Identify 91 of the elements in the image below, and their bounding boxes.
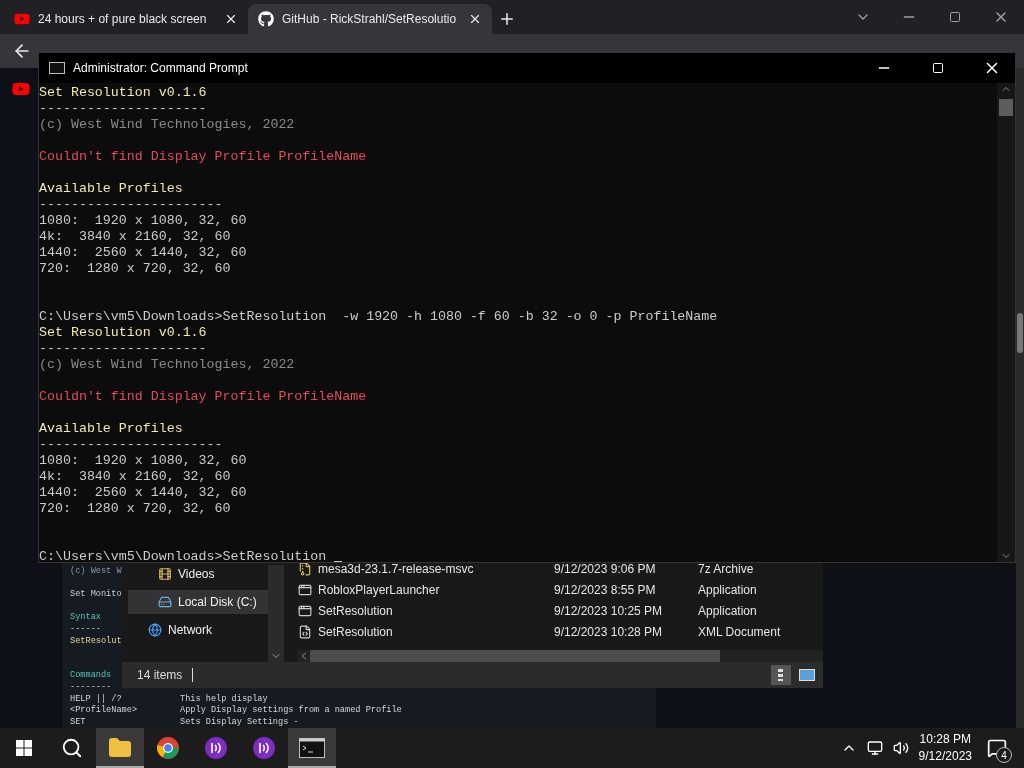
- network-icon[interactable]: [866, 740, 883, 756]
- console-line: (c) West Wind Technologies, 2022: [39, 117, 295, 133]
- browser-icon[interactable]: [156, 736, 180, 760]
- video-icon[interactable]: [12, 80, 30, 98]
- folder-icon[interactable]: [108, 736, 132, 760]
- plus-icon[interactable]: [498, 10, 516, 28]
- file-type: 7z Archive: [698, 561, 755, 576]
- drive-icon: [158, 595, 172, 609]
- file-name[interactable]: RobloxPlayerLauncher: [318, 582, 440, 597]
- nav-scrollbar[interactable]: [268, 565, 284, 662]
- scroll-thumb[interactable]: [310, 650, 720, 662]
- restore-icon[interactable]: [949, 11, 961, 23]
- console-line: C:\Users\vm5\Downloads>SetResolution -w 1920 -h 1080 -f 60 -b 32 -o 0 -p ProfileName: [39, 309, 718, 325]
- console-line: ---------------------: [39, 341, 207, 357]
- browser-tab[interactable]: GitHub - RickStrahl/SetResolutio: [248, 4, 492, 34]
- search-icon[interactable]: [61, 737, 83, 759]
- network-icon: [148, 623, 162, 637]
- console-line: 1080: 1920 x 1080, 32, 60: [39, 213, 247, 229]
- nav-item[interactable]: Videos: [128, 562, 268, 586]
- command-name: HELP || /?: [70, 693, 123, 705]
- code-line: --------: [70, 681, 112, 692]
- console-line: -----------------------: [39, 437, 223, 453]
- file-name[interactable]: SetResolution: [318, 624, 393, 639]
- console-line: -----------------------: [39, 197, 223, 213]
- console-line: 720: 1280 x 720, 32, 60: [39, 501, 231, 517]
- application-icon: [298, 582, 312, 597]
- console-line: 1440: 2560 x 1440, 32, 60: [39, 245, 247, 261]
- window-title: Administrator: Command Prompt: [73, 61, 249, 75]
- code-line: Commands: [70, 670, 112, 681]
- file-date: 9/12/2023 8:55 PM: [554, 582, 657, 597]
- command-name: <ProfileName>: [70, 705, 139, 717]
- close-icon[interactable]: [224, 12, 238, 26]
- console-line: 4k: 3840 x 2160, 32, 60: [39, 469, 231, 485]
- code-line: ------: [70, 623, 101, 634]
- document-icon: [298, 624, 312, 639]
- scroll-thumb[interactable]: [1017, 313, 1023, 353]
- nav-item[interactable]: Network: [128, 618, 268, 642]
- archive-icon: [298, 561, 312, 576]
- file-date: 9/12/2023 10:25 PM: [554, 603, 664, 618]
- console-line: Set Resolution v0.1.6: [39, 85, 207, 101]
- console-line: (c) West Wind Technologies, 2022: [39, 357, 295, 373]
- browser-tab[interactable]: 24 hours + of pure black screen: [4, 4, 248, 34]
- scroll-thumb[interactable]: [999, 99, 1013, 116]
- nav-item[interactable]: Local Disk (C:): [128, 590, 268, 614]
- console-line: 1080: 1920 x 1080, 32, 60: [39, 453, 247, 469]
- file-date: 9/12/2023 9:06 PM: [554, 561, 657, 576]
- film-icon: [158, 567, 172, 581]
- broadcast-app-icon[interactable]: [252, 736, 276, 760]
- console-line: 1440: 2560 x 1440, 32, 60: [39, 485, 247, 501]
- broadcast-app-icon[interactable]: [204, 736, 228, 760]
- console-line: Couldn't find Display Profile ProfileName: [39, 149, 367, 165]
- code-line: (c) West W: [70, 566, 122, 576]
- code-line: Syntax: [70, 612, 101, 623]
- file-type: Application: [698, 582, 758, 597]
- video-icon: [14, 11, 30, 27]
- item-count: 14 items: [137, 668, 183, 682]
- file-name[interactable]: SetResolution: [318, 603, 393, 618]
- file-date: 9/12/2023 10:28 PM: [554, 624, 664, 639]
- command-description: Apply Display settings from a named Profile: [180, 705, 402, 717]
- command-description: This help display: [180, 693, 268, 705]
- file-name[interactable]: mesa3d-23.1.7-release-msvc: [318, 561, 474, 576]
- taskbar-app[interactable]: [96, 728, 144, 768]
- file-type: XML Document: [698, 624, 782, 639]
- console-line: C:\Users\vm5\Downloads>SetResolution: [39, 549, 328, 562]
- close-icon[interactable]: [468, 12, 482, 26]
- file-type: Application: [698, 603, 758, 618]
- console-line: Couldn't find Display Profile ProfileName: [39, 389, 367, 405]
- notification-count: 4: [996, 747, 1012, 763]
- terminal-icon: [49, 62, 65, 74]
- console-line: Set Resolution v0.1.6: [39, 325, 207, 341]
- horizontal-scrollbar[interactable]: [298, 650, 823, 662]
- code-line: SetResolut: [70, 635, 122, 646]
- console-line: ---------------------: [39, 101, 207, 117]
- clock[interactable]: 10:28 PM 9/12/2023: [918, 731, 972, 765]
- command-description: Sets Display Settings -: [180, 716, 299, 729]
- console-line: Available Profiles: [39, 181, 183, 197]
- taskbar-app[interactable]: [288, 728, 336, 768]
- details-view-button[interactable]: [771, 665, 791, 685]
- page-scrollbar[interactable]: [1016, 68, 1024, 728]
- list-icon[interactable]: [777, 668, 785, 682]
- console-line: Available Profiles: [39, 421, 183, 437]
- volume-icon[interactable]: [892, 740, 909, 756]
- console-line: 720: 1280 x 720, 32, 60: [39, 261, 231, 277]
- command-name: SET: [70, 716, 87, 729]
- console-scrollbar[interactable]: [997, 83, 1015, 562]
- code-line: Set Monito: [70, 589, 122, 600]
- github-icon: [258, 11, 274, 27]
- application-icon: [298, 603, 312, 618]
- terminal-icon[interactable]: [299, 738, 325, 758]
- console-line: 4k: 3840 x 2160, 32, 60: [39, 229, 231, 245]
- maximize-icon[interactable]: [932, 62, 944, 74]
